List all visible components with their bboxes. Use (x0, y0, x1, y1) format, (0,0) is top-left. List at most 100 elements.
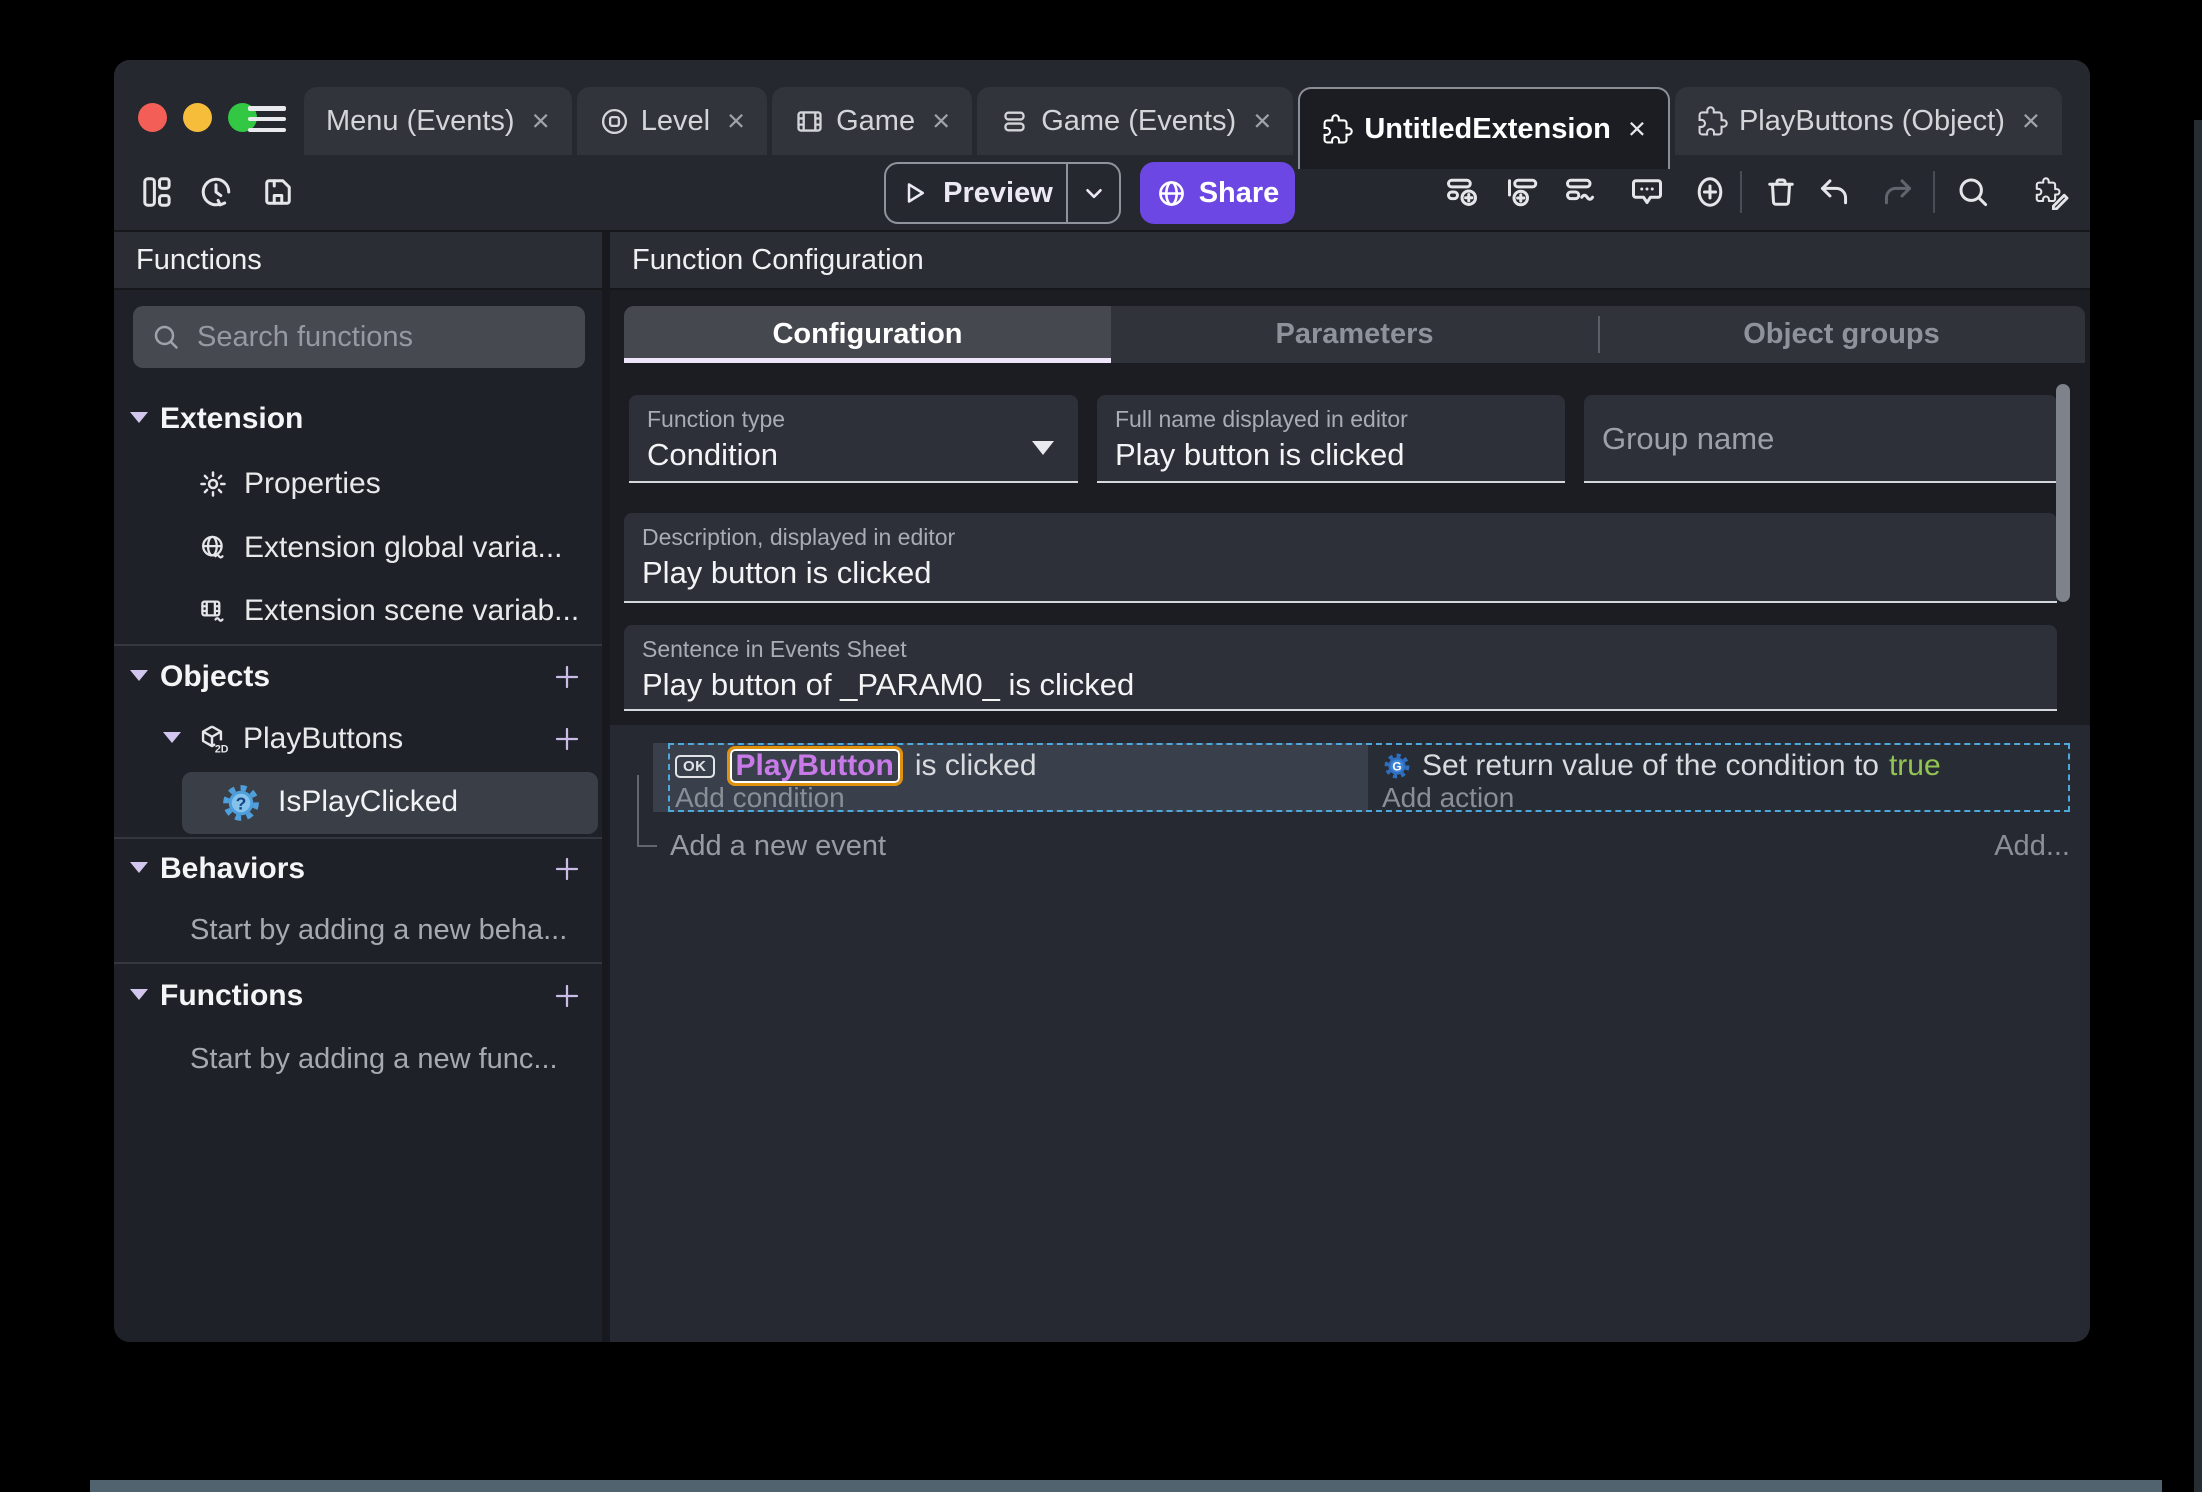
full-name-field[interactable]: Full name displayed in editor (1097, 395, 1565, 483)
main-menu-icon[interactable] (248, 106, 286, 132)
sidebar-section-extension[interactable]: Extension (114, 399, 602, 439)
add-more-link[interactable]: Add... (1994, 830, 2070, 863)
undo-icon[interactable] (1816, 174, 1852, 210)
tab-menu-events[interactable]: Menu (Events) × (304, 87, 572, 155)
scene-variables-icon (198, 596, 228, 626)
full-name-input[interactable] (1115, 437, 1515, 473)
add-function-to-object-button[interactable] (552, 724, 582, 754)
share-button[interactable]: Share (1140, 162, 1295, 224)
desktop-edge-right (2194, 120, 2202, 1492)
sidebar-item-global-variables[interactable]: Extension global varia... (114, 528, 602, 568)
tab-playbuttons-object[interactable]: PlayButtons (Object) × (1674, 87, 2063, 155)
svg-text:2D: 2D (215, 743, 229, 755)
chevron-down-icon (1085, 188, 1102, 199)
add-other-event-icon[interactable] (1563, 174, 1599, 210)
sentence-input[interactable] (642, 667, 2007, 703)
preview-button-main[interactable]: Preview (886, 164, 1066, 222)
group-name-field[interactable] (1584, 395, 2057, 483)
event-indent-guide (637, 775, 657, 847)
group-name-input[interactable] (1602, 421, 2007, 457)
sidebar-section-functions[interactable]: Functions (114, 976, 602, 1016)
tab-parameters[interactable]: Parameters (1111, 306, 1598, 363)
add-subevent-icon[interactable] (1505, 174, 1541, 210)
tab-configuration[interactable]: Configuration (624, 306, 1111, 363)
version-history-icon[interactable] (198, 174, 234, 210)
sidebar-functions-empty[interactable]: Start by adding a new func... (114, 1039, 602, 1079)
item-label: PlayButtons (243, 722, 404, 755)
home-layout-icon[interactable] (140, 174, 176, 210)
svg-text:?: ? (236, 793, 247, 813)
add-behavior-button[interactable] (552, 854, 582, 884)
sidebar-item-isplayclicked-selected[interactable]: ? IsPlayClicked (182, 772, 598, 834)
tab-untitled-extension[interactable]: UntitledExtension × (1298, 87, 1670, 169)
add-object-button[interactable] (552, 662, 582, 692)
events-sheet: OK PlayButton is clicked Add condition G… (610, 725, 2090, 1342)
close-icon[interactable]: × (932, 103, 950, 139)
add-new-event-link[interactable]: Add a new event (670, 830, 886, 863)
function-type-value: Condition (647, 437, 778, 472)
sidebar-item-scene-variables[interactable]: Extension scene variab... (114, 591, 602, 631)
add-action-link[interactable]: Add action (1382, 782, 1514, 814)
sidebar-behaviors-empty[interactable]: Start by adding a new beha... (114, 910, 602, 950)
redo-icon[interactable] (1880, 174, 1916, 210)
close-icon[interactable]: × (727, 103, 745, 139)
sidebar-header: Functions (114, 232, 602, 290)
close-icon[interactable]: × (1628, 111, 1646, 147)
tab-label: Menu (Events) (326, 104, 515, 137)
tab-object-groups[interactable]: Object groups (1598, 306, 2085, 363)
search-functions-input[interactable] (197, 320, 574, 354)
tab-level[interactable]: Level × (576, 87, 768, 155)
tab-game-events[interactable]: Game (Events) × (977, 87, 1294, 155)
preview-button[interactable]: Preview (884, 162, 1121, 224)
description-input[interactable] (642, 555, 2007, 591)
functions-sidebar: Functions Extension Properties (114, 232, 602, 1342)
dropdown-caret-icon[interactable] (1032, 441, 1054, 455)
add-circle-icon[interactable] (1692, 174, 1728, 210)
minimize-window-button[interactable] (183, 103, 212, 132)
close-icon[interactable]: × (532, 103, 550, 139)
preview-options-dropdown[interactable] (1066, 164, 1119, 222)
add-condition-link[interactable]: Add condition (675, 782, 845, 814)
close-icon[interactable]: × (2022, 103, 2040, 139)
add-event-icon[interactable] (1444, 174, 1480, 210)
sidebar-section-objects[interactable]: Objects (114, 657, 602, 697)
action-instruction[interactable]: G Set return value of the condition to t… (1382, 747, 1941, 785)
sidebar-divider (114, 644, 602, 646)
configuration-tabs: Configuration Parameters Object groups (624, 306, 2085, 363)
delete-icon[interactable] (1763, 174, 1799, 210)
sidebar-divider (114, 962, 602, 964)
section-label: Extension (160, 402, 304, 435)
add-free-function-button[interactable] (552, 981, 582, 1011)
close-icon[interactable]: × (1253, 103, 1271, 139)
description-field[interactable]: Description, displayed in editor (624, 513, 2057, 603)
search-functions-box[interactable] (133, 306, 585, 368)
sidebar-item-properties[interactable]: Properties (114, 464, 602, 504)
save-icon[interactable] (260, 174, 296, 210)
function-type-field[interactable]: Function type Condition (629, 395, 1078, 483)
scrollbar-thumb[interactable] (2056, 384, 2070, 602)
edit-extension-icon[interactable] (2033, 174, 2069, 211)
event-row-selected[interactable]: OK PlayButton is clicked Add condition G… (653, 743, 2070, 814)
collapse-caret-icon[interactable] (130, 412, 148, 423)
close-window-button[interactable] (138, 103, 167, 132)
collapse-caret-icon[interactable] (130, 989, 148, 1000)
selected-function-label: IsPlayClicked (278, 785, 459, 818)
condition-object-chip[interactable]: PlayButton (726, 746, 903, 786)
collapse-caret-icon[interactable] (163, 732, 181, 743)
desktop-backdrop: Menu (Events) × Level × Game × Game (Eve… (0, 0, 2202, 1492)
field-label: Function type (647, 406, 786, 432)
tab-label: Level (640, 104, 711, 137)
add-comment-icon[interactable] (1629, 174, 1665, 210)
search-events-icon[interactable] (1955, 174, 1991, 210)
collapse-caret-icon[interactable] (130, 862, 148, 873)
condition-instruction[interactable]: OK PlayButton is clicked (675, 746, 1037, 786)
tab-game[interactable]: Game × (772, 87, 973, 155)
sentence-field[interactable]: Sentence in Events Sheet (624, 625, 2057, 711)
object-2d-cube-icon: 2D (195, 722, 229, 756)
collapse-caret-icon[interactable] (130, 670, 148, 681)
section-label: Functions (160, 979, 304, 1012)
sidebar-section-behaviors[interactable]: Behaviors (114, 849, 602, 889)
main-title: Function Configuration (632, 243, 924, 276)
search-icon (154, 325, 178, 349)
sidebar-item-playbuttons[interactable]: 2D PlayButtons (114, 719, 602, 759)
